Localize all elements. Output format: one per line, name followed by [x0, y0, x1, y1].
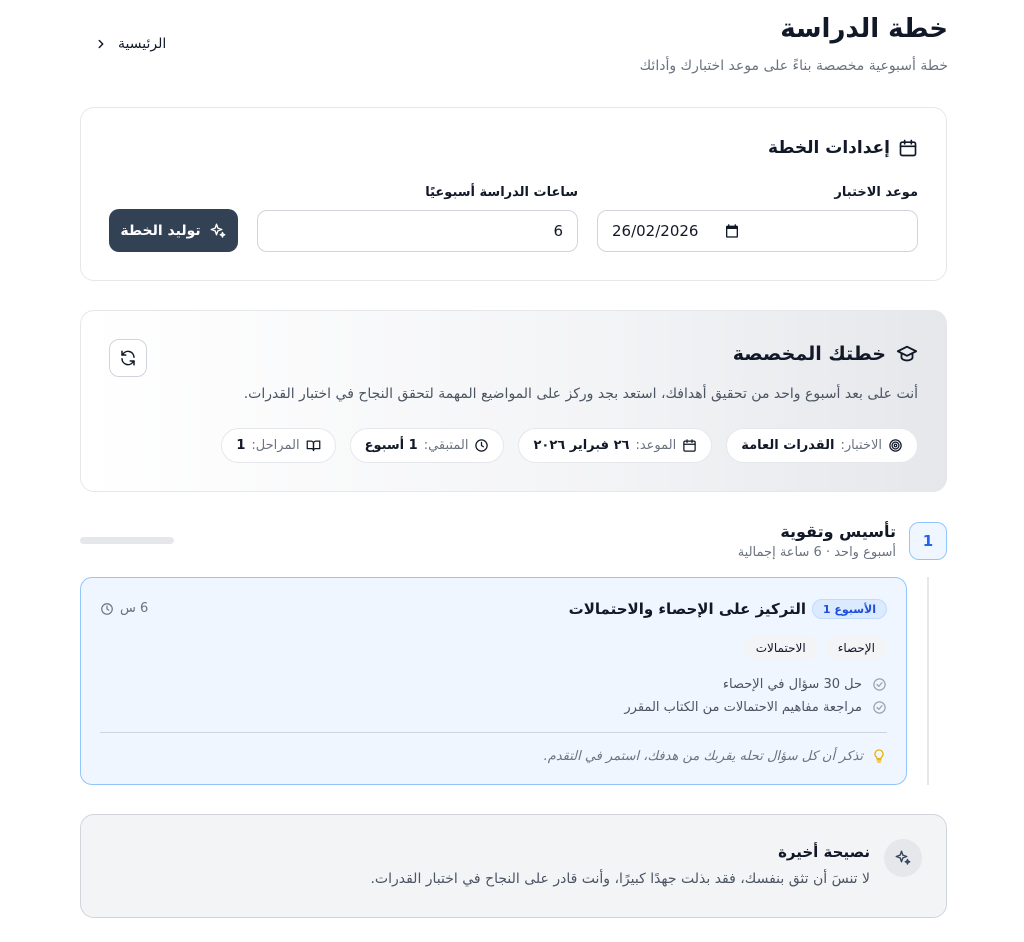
week-topic-tags: الإحصاء الاحتمالات	[743, 636, 887, 660]
chip-exam: الاختبار: القدرات العامة	[726, 428, 918, 463]
week-hours: 6 س	[100, 601, 148, 616]
final-tip-card: نصيحة أخيرة لا تنسَ أن تثق بنفسك، فقد بذ…	[80, 814, 947, 918]
week-tip: تذكر أن كل سؤال تحله يقربك من هدفك، استم…	[544, 748, 887, 764]
page-subtitle: خطة أسبوعية مخصصة بناءً على موعد اختبارك…	[639, 58, 948, 74]
week-divider	[100, 732, 887, 733]
settings-title: إعدادات الخطة	[768, 138, 918, 158]
personalized-plan-card: خطتك المخصصة أنت على بعد أسبوع واحد من ت…	[80, 310, 947, 492]
clock-icon	[101, 602, 113, 615]
phase-title: تأسيس وتقوية	[780, 522, 896, 541]
weekly-hours-input[interactable]: 6	[257, 210, 578, 252]
book-icon	[306, 440, 320, 452]
chip-exam-value: القدرات العامة	[741, 438, 835, 453]
week-tasks: حل 30 سؤال في الإحصاء مراجعة مفاهيم الاح…	[624, 676, 887, 716]
page-header: خطة الدراسة خطة أسبوعية مخصصة بناءً على …	[80, 14, 948, 84]
chip-date-value: ٢٦ فبراير ٢٠٢٦	[533, 438, 630, 453]
chip-remaining-value: 1 أسبوع	[364, 438, 418, 453]
exam-date-value: 26/02/2026	[612, 222, 699, 240]
week-badge: الأسبوع 1	[811, 599, 887, 619]
topic-tag: الإحصاء	[825, 636, 887, 660]
refresh-icon	[121, 350, 135, 366]
task-text: حل 30 سؤال في الإحصاء	[722, 677, 862, 692]
calendar-picker-icon[interactable]	[724, 223, 740, 239]
task-text: مراجعة مفاهيم الاحتمالات من الكتاب المقر…	[624, 700, 862, 715]
plan-title-text: خطتك المخصصة	[732, 343, 886, 365]
final-tip-icon-wrap	[884, 839, 922, 877]
chip-phases-value: 1	[236, 438, 246, 453]
check-circle-icon	[873, 701, 886, 714]
refresh-plan-button[interactable]	[109, 339, 147, 377]
plan-settings-card: إعدادات الخطة موعد الاختبار ساعات الدراس…	[80, 107, 947, 281]
home-link[interactable]: الرئيسية	[94, 36, 166, 52]
plan-info-chips: الاختبار: القدرات العامة الموعد: ٢٦ فبرا…	[221, 428, 918, 463]
generate-plan-button[interactable]: توليد الخطة	[109, 209, 238, 252]
chip-date-key: الموعد:	[635, 438, 677, 453]
plan-description: أنت على بعد أسبوع واحد من تحقيق أهدافك، …	[243, 386, 918, 402]
plan-title: خطتك المخصصة	[733, 343, 918, 365]
weekly-hours-value: 6	[553, 222, 563, 240]
exam-date-label: موعد الاختبار	[834, 185, 918, 200]
calendar-icon	[899, 139, 917, 157]
sparkles-icon	[895, 850, 911, 865]
page-title: خطة الدراسة	[780, 14, 948, 44]
chip-phases-key: المراحل:	[251, 438, 300, 453]
task-item[interactable]: حل 30 سؤال في الإحصاء	[624, 676, 887, 693]
settings-title-text: إعدادات الخطة	[768, 138, 890, 158]
lightbulb-icon	[874, 749, 884, 763]
graduation-cap-icon	[896, 345, 918, 362]
phase-subtitle: أسبوع واحد · 6 ساعة إجمالية	[737, 545, 896, 560]
target-icon	[889, 439, 902, 452]
generate-plan-label: توليد الخطة	[120, 222, 201, 239]
chevron-right-icon	[98, 39, 104, 49]
chip-remaining: المتبقي: 1 أسبوع	[349, 428, 505, 463]
exam-date-input[interactable]: 26/02/2026	[597, 210, 918, 252]
phase-progress-bar	[80, 537, 174, 544]
chip-exam-key: الاختبار:	[840, 438, 882, 453]
clock-icon	[475, 439, 489, 452]
week-title: التركيز على الإحصاء والاحتمالات	[568, 600, 806, 618]
timeline-line	[927, 577, 929, 785]
task-item[interactable]: مراجعة مفاهيم الاحتمالات من الكتاب المقر…	[624, 699, 887, 716]
weekly-hours-label: ساعات الدراسة أسبوعيًا	[425, 185, 578, 200]
topic-tag: الاحتمالات	[743, 636, 818, 660]
chip-phases: المراحل: 1	[221, 428, 336, 463]
check-circle-icon	[873, 678, 886, 691]
final-tip-text: لا تنسَ أن تثق بنفسك، فقد بذلت جهدًا كبي…	[370, 871, 870, 887]
sparkles-icon	[210, 223, 226, 238]
week-card[interactable]: الأسبوع 1 التركيز على الإحصاء والاحتمالا…	[80, 577, 907, 785]
week-tip-text: تذكر أن كل سؤال تحله يقربك من هدفك، استم…	[543, 748, 863, 764]
phase-number-badge: 1	[909, 522, 947, 560]
week-hours-value: 6 س	[120, 601, 149, 616]
chip-remaining-key: المتبقي:	[423, 438, 469, 453]
calendar-icon	[683, 439, 696, 452]
home-link-label: الرئيسية	[118, 36, 167, 52]
final-tip-title: نصيحة أخيرة	[778, 843, 870, 861]
chip-date: الموعد: ٢٦ فبراير ٢٠٢٦	[518, 428, 713, 463]
